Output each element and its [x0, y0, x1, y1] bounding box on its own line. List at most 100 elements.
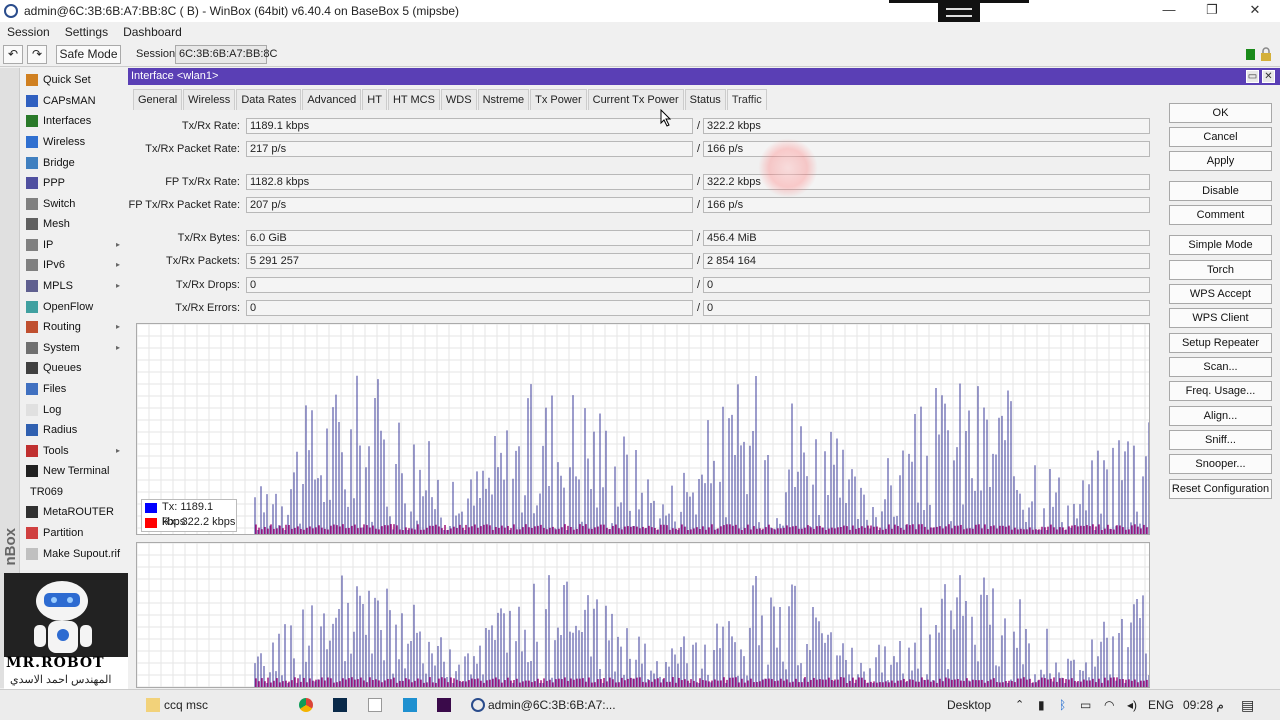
align-button[interactable]: Align...: [1169, 406, 1272, 426]
tx-value-field[interactable]: 0: [246, 277, 693, 293]
tab-traffic[interactable]: Traffic: [726, 89, 767, 110]
tx-value-field[interactable]: 5 291 257: [246, 253, 693, 269]
cancel-button[interactable]: Cancel: [1169, 127, 1272, 147]
simple-mode-button[interactable]: Simple Mode: [1169, 235, 1272, 255]
sidebar-item-mpls[interactable]: MPLS ▸: [21, 276, 127, 296]
sidebar-item-bridge[interactable]: Bridge: [21, 153, 127, 173]
comment-button[interactable]: Comment: [1169, 205, 1272, 225]
tray-device-icon[interactable]: ▭: [1080, 690, 1091, 720]
ok-button[interactable]: OK: [1169, 103, 1272, 123]
sidebar-item-interfaces[interactable]: Interfaces: [21, 111, 127, 131]
wps-client-button[interactable]: WPS Client: [1169, 308, 1272, 328]
redo-button[interactable]: ↷: [27, 45, 47, 64]
sidebar-item-switch[interactable]: Switch: [21, 194, 127, 214]
setup-repeater-button[interactable]: Setup Repeater: [1169, 333, 1272, 353]
tab-ht-mcs[interactable]: HT MCS: [387, 89, 440, 110]
taskbar-desktop[interactable]: Desktop: [947, 690, 991, 720]
sidebar-item-label: PPP: [43, 177, 66, 189]
sidebar-item-routing[interactable]: Routing ▸: [21, 317, 127, 337]
maximize-button[interactable]: ❐: [1190, 0, 1234, 22]
sidebar-item-radius[interactable]: Radius: [21, 420, 127, 440]
capsman-icon: [26, 95, 38, 107]
taskbar-language[interactable]: ENG: [1148, 690, 1174, 720]
reset-configuration-button[interactable]: Reset Configuration: [1169, 479, 1272, 499]
sidebar-item-partition[interactable]: Partition: [21, 523, 127, 543]
sidebar-item-files[interactable]: Files: [21, 379, 127, 399]
sidebar-item-ip[interactable]: IP ▸: [21, 235, 127, 255]
notification-icon[interactable]: ▤: [1241, 690, 1254, 720]
tx-value-field[interactable]: 1182.8 kbps: [246, 174, 693, 190]
menu-session[interactable]: Session: [7, 25, 50, 39]
apply-button[interactable]: Apply: [1169, 151, 1272, 171]
tx-value-field[interactable]: 6.0 GiB: [246, 230, 693, 246]
tab-ht[interactable]: HT: [362, 89, 387, 110]
sniff-button[interactable]: Sniff...: [1169, 430, 1272, 450]
sidebar-item-metarouter[interactable]: MetaROUTER: [21, 502, 127, 522]
file-icon[interactable]: [368, 698, 382, 712]
taskbar-item-folder[interactable]: ccq msc: [164, 690, 208, 720]
freq-usage-button[interactable]: Freq. Usage...: [1169, 381, 1272, 401]
sidebar-item-log[interactable]: Log: [21, 400, 127, 420]
tab-nstreme[interactable]: Nstreme: [477, 89, 530, 110]
tray-wifi-icon[interactable]: ◠: [1104, 690, 1114, 720]
sidebar-item-queues[interactable]: Queues: [21, 358, 127, 378]
field-row: Tx/Rx Rate: 1189.1 kbps /322.2 kbps: [128, 118, 1158, 134]
photoshop-icon[interactable]: [333, 698, 347, 712]
rx-value-field[interactable]: 456.4 MiB: [703, 230, 1150, 246]
menu-dashboard[interactable]: Dashboard: [123, 25, 182, 39]
rx-value-field[interactable]: 0: [703, 277, 1150, 293]
tx-value-field[interactable]: 207 p/s: [246, 197, 693, 213]
tab-wireless[interactable]: Wireless: [183, 89, 236, 110]
tab-data-rates[interactable]: Data Rates: [236, 89, 302, 110]
premiere-icon[interactable]: [437, 698, 451, 712]
taskbar-clock[interactable]: 09:28 م: [1183, 690, 1224, 720]
session-field[interactable]: 6C:3B:6B:A7:BB:8C: [175, 45, 277, 64]
minimize-button[interactable]: —: [1147, 0, 1191, 22]
sidebar-item-capsman[interactable]: CAPsMAN: [21, 91, 127, 111]
sidebar-item-system[interactable]: System ▸: [21, 338, 127, 358]
tab-status[interactable]: Status: [684, 89, 726, 110]
winbox-logo-icon: [4, 4, 18, 18]
rx-value-field[interactable]: 166 p/s: [703, 197, 1150, 213]
tab-current-tx-power[interactable]: Current Tx Power: [587, 89, 684, 110]
sidebar-item-ppp[interactable]: PPP: [21, 173, 127, 193]
window-restore-icon[interactable]: ▭: [1246, 70, 1259, 83]
upwork-icon[interactable]: [403, 698, 417, 712]
scan-button[interactable]: Scan...: [1169, 357, 1272, 377]
window-close-icon[interactable]: ✕: [1262, 70, 1275, 83]
tab-wds[interactable]: WDS: [440, 89, 477, 110]
close-button[interactable]: ✕: [1233, 0, 1277, 22]
tab-advanced[interactable]: Advanced: [302, 89, 362, 110]
sidebar-item-quick-set[interactable]: Quick Set: [21, 70, 127, 90]
tx-value-field[interactable]: 217 p/s: [246, 141, 693, 157]
wps-accept-button[interactable]: WPS Accept: [1169, 284, 1272, 304]
traffic-graph-bottom: [136, 542, 1150, 688]
tx-value-field[interactable]: 0: [246, 300, 693, 316]
tab-tx-power[interactable]: Tx Power: [530, 89, 587, 110]
sidebar-item-new-terminal[interactable]: New Terminal: [21, 461, 127, 481]
undo-button[interactable]: ↶: [3, 45, 23, 64]
disable-button[interactable]: Disable: [1169, 181, 1272, 201]
snooper-button[interactable]: Snooper...: [1169, 454, 1272, 474]
torch-button[interactable]: Torch: [1169, 260, 1272, 280]
sidebar-item-tools[interactable]: Tools ▸: [21, 441, 127, 461]
safe-mode-button[interactable]: Safe Mode: [56, 45, 121, 64]
tray-chevron-icon[interactable]: ⌃: [1015, 690, 1024, 720]
tray-volume-icon[interactable]: ◂): [1127, 690, 1137, 720]
tray-mic-icon[interactable]: ▮: [1038, 690, 1045, 720]
sidebar-item-openflow[interactable]: OpenFlow: [21, 297, 127, 317]
rx-value-field[interactable]: 2 854 164: [703, 253, 1150, 269]
sidebar-item-tr069[interactable]: TR069: [21, 482, 127, 502]
tab-general[interactable]: General: [133, 89, 183, 110]
taskbar-item-winbox[interactable]: admin@6C:3B:6B:A7:...: [488, 690, 616, 720]
menu-settings[interactable]: Settings: [65, 25, 108, 39]
sidebar-item-make-supout-rif[interactable]: Make Supout.rif: [21, 544, 127, 564]
sidebar-item-wireless[interactable]: Wireless: [21, 132, 127, 152]
sidebar-item-ipv6[interactable]: IPv6 ▸: [21, 255, 127, 275]
tray-bluetooth-icon[interactable]: ᛒ: [1059, 690, 1066, 720]
rx-value-field[interactable]: 0: [703, 300, 1150, 316]
sidebar-item-mesh[interactable]: Mesh: [21, 214, 127, 234]
chrome-icon[interactable]: [299, 698, 313, 712]
rx-value-field[interactable]: 322.2 kbps: [703, 118, 1150, 134]
tx-value-field[interactable]: 1189.1 kbps: [246, 118, 693, 134]
